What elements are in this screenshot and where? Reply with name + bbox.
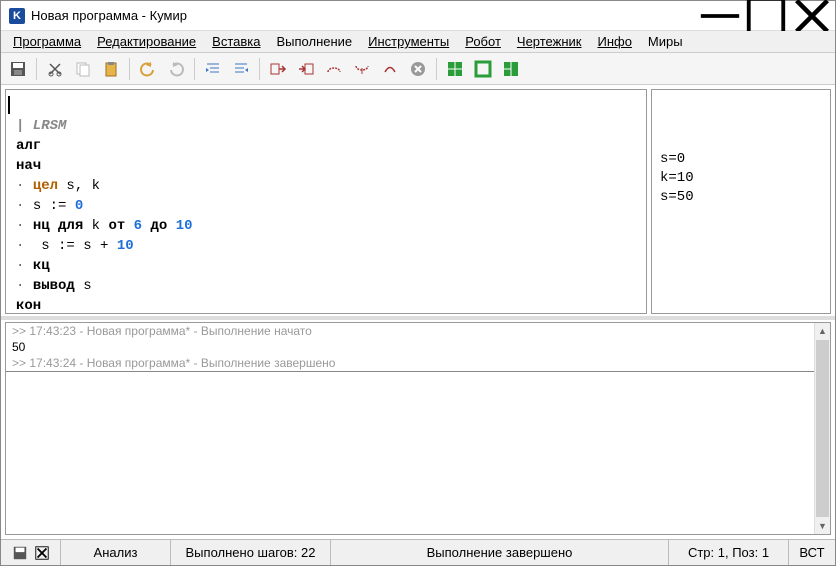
menu-robot[interactable]: Робот [457,32,509,51]
run-in-icon[interactable] [293,56,319,82]
status-position: Стр: 1, Поз: 1 [669,540,789,565]
scrollbar-vertical[interactable]: ▲ ▼ [814,323,830,534]
status-steps: Выполнено шагов: 22 [171,540,331,565]
watch-line: k=10 [660,169,822,188]
status-analysis[interactable]: Анализ [61,540,171,565]
save-icon[interactable] [5,56,31,82]
grid-green-icon[interactable] [442,56,468,82]
code-editor[interactable]: | LRSM алг нач · цел s, k · s := 0 · нц … [5,89,647,314]
indent-icon[interactable] [200,56,226,82]
cancel-small-icon[interactable] [34,545,50,561]
redo-icon[interactable] [163,56,189,82]
window-title: Новая программа - Кумир [31,8,697,23]
toolbar [1,53,835,85]
scroll-thumb[interactable] [816,340,829,517]
grid-frame-icon[interactable] [470,56,496,82]
step-icon[interactable] [377,56,403,82]
cut-icon[interactable] [42,56,68,82]
status-mode: ВСТ [789,540,835,565]
watch-line: s=0 [660,150,822,169]
save-small-icon[interactable] [12,545,28,561]
scroll-up-icon[interactable]: ▲ [815,323,830,339]
menu-drawer[interactable]: Чертежник [509,32,590,51]
run-out-icon[interactable] [265,56,291,82]
paste-icon[interactable] [98,56,124,82]
step-over-icon[interactable] [321,56,347,82]
menu-edit[interactable]: Редактирование [89,32,204,51]
minimize-button[interactable] [697,1,743,31]
workspace: | LRSM алг нач · цел s, k · s := 0 · нц … [1,85,835,539]
upper-panes: | LRSM алг нач · цел s, k · s := 0 · нц … [1,85,835,320]
statusbar: Анализ Выполнено шагов: 22 Выполнение за… [1,539,835,565]
output-pane[interactable]: >> 17:43:23 - Новая программа* - Выполне… [5,322,831,535]
outdent-icon[interactable] [228,56,254,82]
status-state: Выполнение завершено [331,540,669,565]
stop-icon[interactable] [405,56,431,82]
status-icons [1,540,61,565]
output-line: 50 [6,339,830,355]
scroll-down-icon[interactable]: ▼ [815,518,830,534]
menu-insert[interactable]: Вставка [204,32,268,51]
titlebar: K Новая программа - Кумир [1,1,835,31]
close-button[interactable] [789,1,835,31]
undo-icon[interactable] [135,56,161,82]
menubar: Программа Редактирование Вставка Выполне… [1,31,835,53]
watch-line: s=50 [660,188,822,207]
output-line: >> 17:43:23 - Новая программа* - Выполне… [6,323,830,339]
watch-pane: s=0 k=10 s=50 [651,89,831,314]
menu-worlds[interactable]: Миры [640,32,691,51]
menu-program[interactable]: Программа [5,32,89,51]
output-line: >> 17:43:24 - Новая программа* - Выполне… [6,355,830,372]
maximize-button[interactable] [743,1,789,31]
step-into-icon[interactable] [349,56,375,82]
copy-icon[interactable] [70,56,96,82]
app-icon: K [9,8,25,24]
grid-3-icon[interactable] [498,56,524,82]
menu-info[interactable]: Инфо [589,32,639,51]
menu-run[interactable]: Выполнение [268,32,360,51]
menu-tools[interactable]: Инструменты [360,32,457,51]
